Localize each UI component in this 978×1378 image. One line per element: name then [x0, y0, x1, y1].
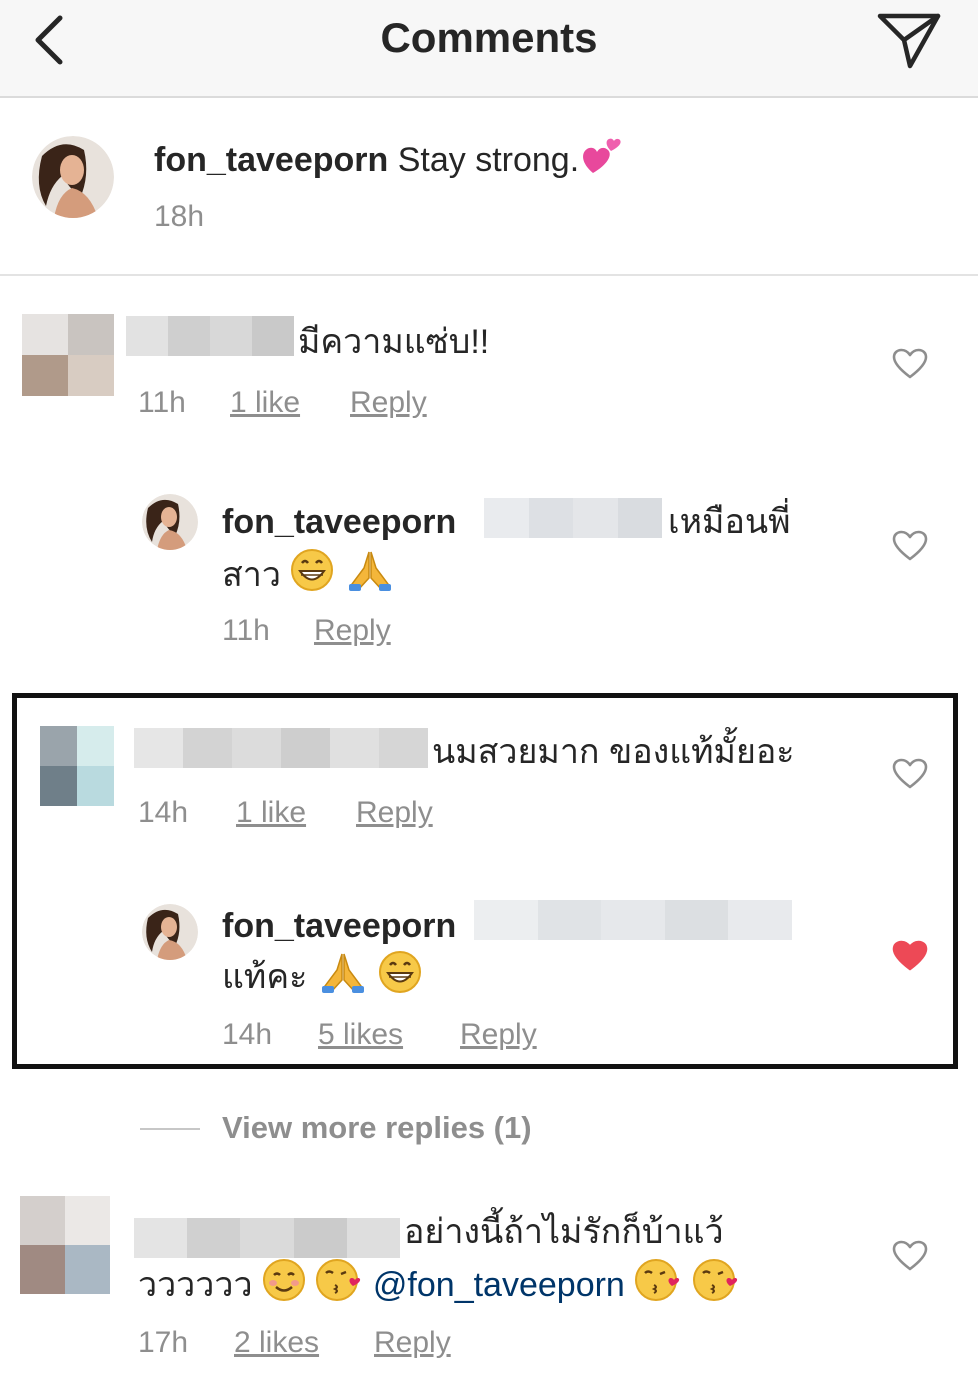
comment-text: อย่างนี้ถ้าไม่รักก็บ้าแว้ [404, 1213, 724, 1251]
like-button[interactable] [892, 1240, 928, 1272]
reply-button[interactable]: Reply [350, 386, 427, 420]
blurred-username[interactable] [134, 1218, 401, 1258]
divider [0, 274, 978, 276]
reply-button[interactable]: Reply [374, 1326, 451, 1360]
share-button[interactable] [874, 8, 944, 74]
comment-time: 14h [138, 796, 189, 829]
like-button[interactable] [892, 530, 928, 562]
heart-outline-icon [892, 530, 928, 561]
heart-filled-icon [892, 940, 928, 971]
avatar[interactable] [142, 904, 198, 960]
page-title: Comments [380, 14, 598, 61]
caption-username[interactable]: fon_taveeporn [154, 141, 388, 179]
reply-text: เหมือนพี่ [668, 503, 791, 541]
reply-button[interactable]: Reply [460, 1018, 537, 1052]
paper-plane-icon [877, 13, 941, 69]
blurred-username[interactable] [134, 728, 428, 768]
avatar[interactable] [20, 1196, 110, 1294]
likes-link[interactable]: 1 like [236, 796, 306, 830]
view-more-line [140, 1128, 200, 1130]
caption-text: fon_taveeporn Stay strong. [154, 133, 625, 190]
reply-time: 11h [222, 614, 270, 647]
like-button[interactable] [892, 758, 928, 790]
kissing-face-emoji-icon [692, 1258, 740, 1315]
reply-button[interactable]: Reply [314, 614, 391, 648]
heart-outline-icon [892, 1240, 928, 1271]
grinning-face-emoji-icon [378, 950, 422, 1007]
kissing-face-emoji-icon [634, 1258, 682, 1315]
grinning-face-emoji-icon [290, 548, 334, 605]
caption-body: Stay strong. [397, 141, 580, 179]
avatar[interactable] [142, 494, 198, 550]
likes-link[interactable]: 2 likes [234, 1326, 319, 1360]
avatar[interactable] [32, 136, 114, 218]
avatar[interactable] [40, 726, 114, 806]
comment-time: 11h [138, 386, 186, 419]
folded-hands-emoji-icon [317, 950, 369, 1007]
likes-link[interactable]: 1 like [230, 386, 300, 420]
blurred-mention[interactable] [474, 900, 792, 940]
avatar[interactable] [22, 314, 114, 396]
heart-outline-icon [892, 758, 928, 789]
like-button[interactable] [892, 348, 928, 380]
view-more-replies-button[interactable]: View more replies (1) [222, 1110, 532, 1146]
like-button[interactable] [892, 940, 928, 972]
folded-hands-emoji-icon [344, 548, 396, 605]
mention-link[interactable]: @fon_taveeporn [373, 1266, 625, 1304]
reply-time: 14h [222, 1018, 273, 1051]
reply-button[interactable]: Reply [356, 796, 433, 830]
comment-text-line2: วววววว @fon_taveeporn [138, 1258, 740, 1315]
caption-time: 18h [154, 200, 205, 233]
reply-text-line2: แท้คะ [222, 950, 422, 1007]
comment-text: มีความแซ่บ!! [298, 323, 490, 361]
likes-link[interactable]: 5 likes [318, 1018, 403, 1052]
reply-username[interactable]: fon_taveeporn [222, 902, 456, 950]
comment-time: 17h [138, 1326, 189, 1359]
reply-text-line2: สาว [222, 548, 396, 605]
two-hearts-emoji-icon [579, 133, 625, 190]
comment-text: นมสวยมาก ของแท้มั้ยอะ [432, 733, 795, 771]
reply-username[interactable]: fon_taveeporn [222, 498, 456, 546]
blurred-username[interactable] [126, 316, 294, 356]
heart-outline-icon [892, 348, 928, 379]
blurred-mention[interactable] [484, 498, 662, 538]
smiling-face-emoji-icon [262, 1258, 306, 1315]
kissing-face-emoji-icon [315, 1258, 363, 1315]
